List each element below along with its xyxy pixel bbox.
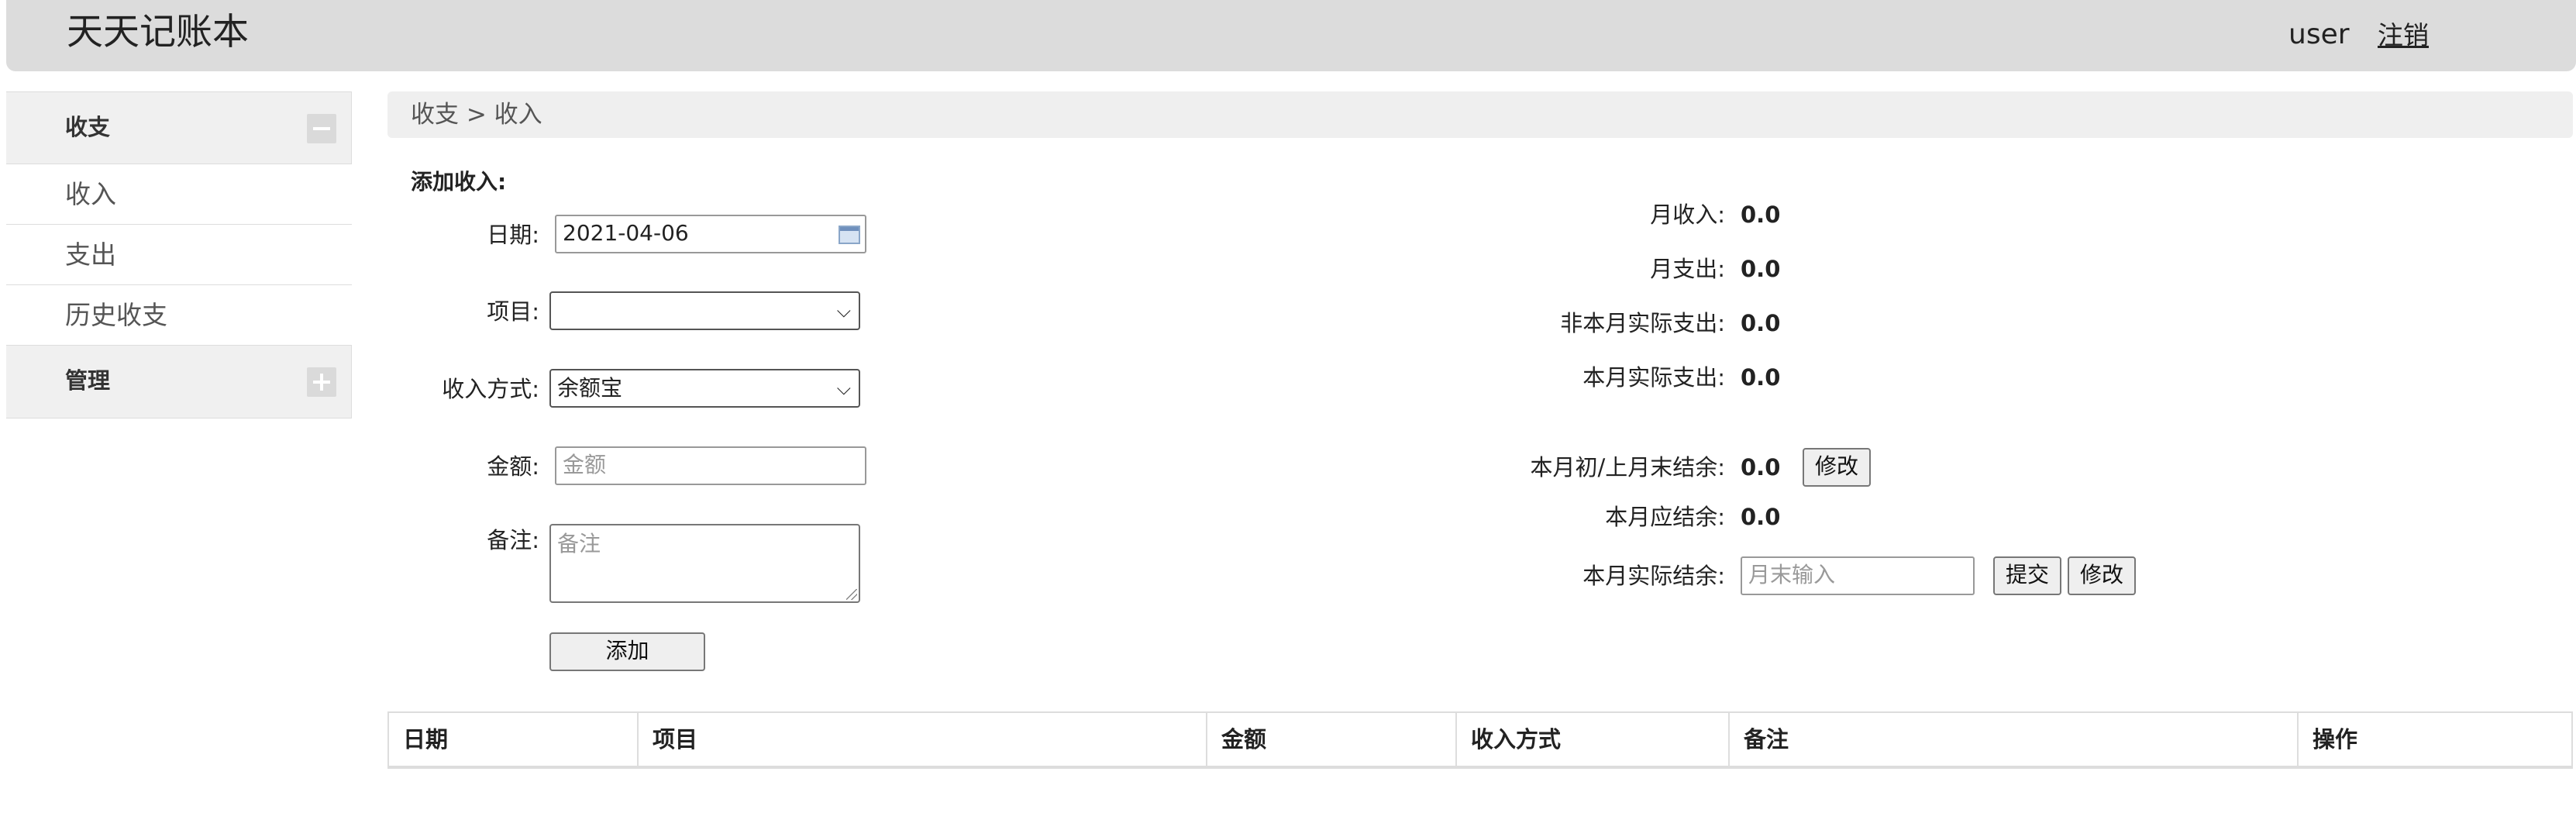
breadcrumb-bar: 收支 > 收入 <box>387 91 2573 138</box>
table-header-amount: 金额 <box>1207 713 1457 766</box>
income-table: 日期 项目 金额 收入方式 备注 操作 <box>387 711 2573 769</box>
method-label: 收入方式: <box>442 376 539 402</box>
monthly-expense-value: 0.0 <box>1741 256 1781 282</box>
table-header-method: 收入方式 <box>1457 713 1730 766</box>
month-actual-expense-value: 0.0 <box>1741 364 1781 391</box>
actual-balance-label: 本月实际结余: <box>1582 563 1725 589</box>
sidebar-group-manage[interactable]: 管理 <box>6 346 352 418</box>
submit-button[interactable]: 提交 <box>1993 556 2061 595</box>
sidebar-item-label: 历史收支 <box>65 300 167 330</box>
table-header-item: 项目 <box>639 713 1207 766</box>
method-select-value: 余额宝 <box>557 375 623 401</box>
monthly-income-value: 0.0 <box>1741 202 1781 228</box>
form-heading: 添加收入: <box>411 169 507 195</box>
sidebar-group-label: 收支 <box>65 114 111 140</box>
date-label: 日期: <box>487 222 539 248</box>
calendar-icon[interactable] <box>839 226 860 244</box>
note-textarea[interactable]: 备注 <box>549 524 860 603</box>
expand-plus-icon[interactable] <box>307 367 336 397</box>
item-select[interactable]: ⌵ <box>549 291 860 330</box>
opening-balance-label: 本月初/上月末结余: <box>1530 454 1725 480</box>
monthly-expense-label: 月支出: <box>1650 256 1725 282</box>
sidebar-item-expense[interactable]: 支出 <box>6 225 352 285</box>
table-header-actions: 操作 <box>2313 726 2358 753</box>
actual-balance-input[interactable]: 月末输入 <box>1741 556 1975 595</box>
resize-grip-icon[interactable] <box>846 589 857 600</box>
sidebar: 收支 收入 支出 历史收支 管理 <box>6 91 352 418</box>
amount-label: 金额: <box>487 453 539 480</box>
top-header: 天天记账本 user 注销 <box>6 0 2576 71</box>
sidebar-group-label: 管理 <box>65 367 111 394</box>
sidebar-item-label: 支出 <box>65 239 116 270</box>
sidebar-item-income[interactable]: 收入 <box>6 164 352 225</box>
opening-balance-value: 0.0 <box>1741 454 1781 480</box>
user-name: user <box>2288 19 2350 50</box>
chevron-down-icon: ⌵ <box>836 377 851 399</box>
table-header-date: 日期 <box>389 713 639 766</box>
app-title: 天天记账本 <box>67 11 249 53</box>
actual-balance-edit-button[interactable]: 修改 <box>2068 556 2136 595</box>
sidebar-item-label: 收入 <box>65 179 116 209</box>
amount-input[interactable]: 金额 <box>555 446 866 485</box>
monthly-income-label: 月收入: <box>1650 202 1725 228</box>
note-label: 备注: <box>487 527 539 553</box>
date-input[interactable]: 2021-04-06 <box>555 215 866 253</box>
collapse-minus-icon[interactable] <box>307 114 336 143</box>
date-value: 2021-04-06 <box>563 220 689 246</box>
sidebar-group-income-expense[interactable]: 收支 <box>6 91 352 164</box>
logout-link[interactable]: 注销 <box>2378 19 2429 53</box>
item-label: 项目: <box>487 298 539 325</box>
add-button[interactable]: 添加 <box>549 632 705 671</box>
chevron-down-icon: ⌵ <box>836 300 851 322</box>
expected-balance-value: 0.0 <box>1741 504 1781 530</box>
non-month-actual-expense-value: 0.0 <box>1741 310 1781 336</box>
expected-balance-label: 本月应结余: <box>1605 504 1725 530</box>
opening-balance-edit-button[interactable]: 修改 <box>1803 448 1871 487</box>
table-header-note: 备注 <box>1730 713 2299 766</box>
sidebar-item-history[interactable]: 历史收支 <box>6 285 352 346</box>
breadcrumb: 收支 > 收入 <box>411 101 542 129</box>
note-placeholder: 备注 <box>557 531 601 556</box>
income-method-select[interactable]: 余额宝 ⌵ <box>549 369 860 408</box>
month-actual-expense-label: 本月实际支出: <box>1582 364 1725 391</box>
non-month-actual-expense-label: 非本月实际支出: <box>1560 310 1725 336</box>
